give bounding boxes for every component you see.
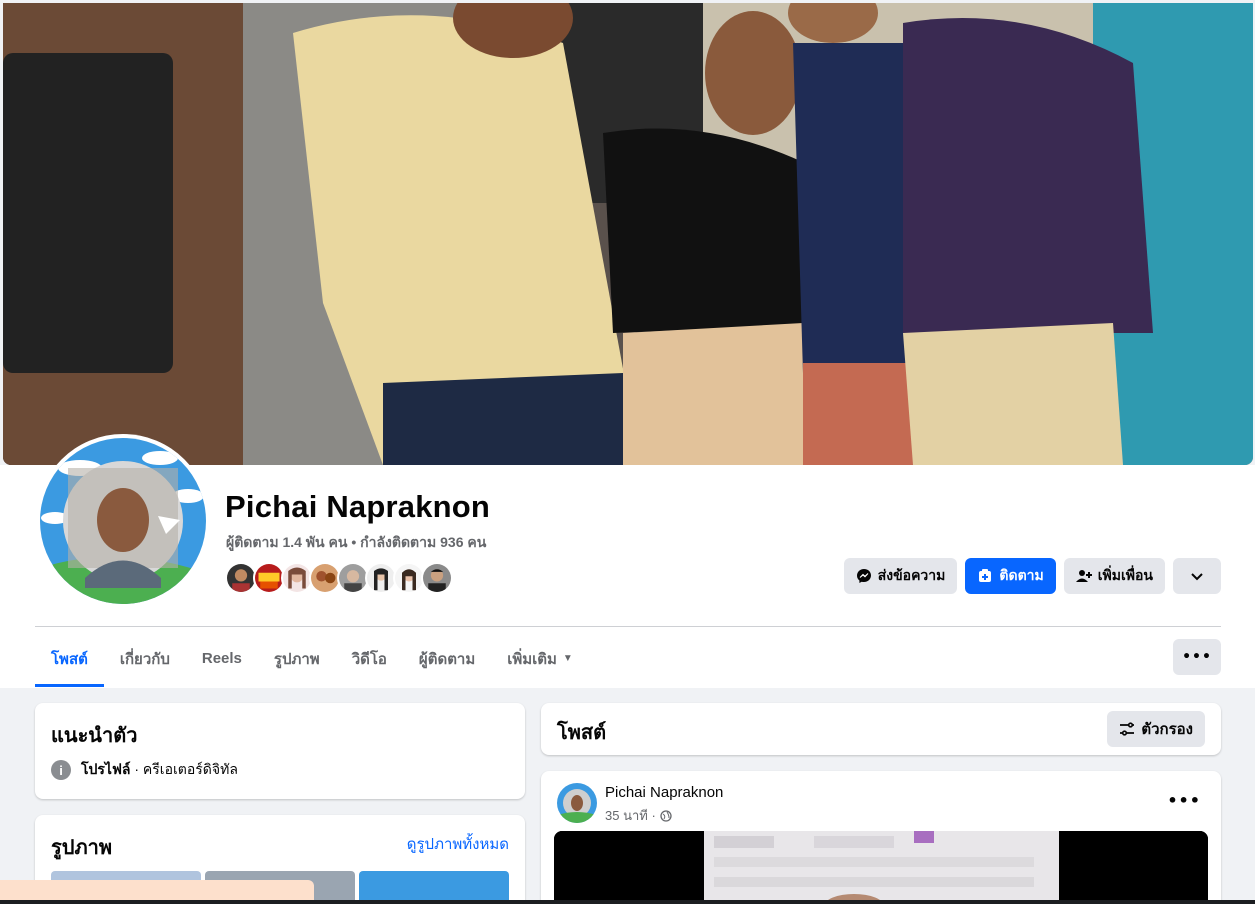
- globe-icon: [660, 809, 672, 822]
- chevron-down-icon: [1191, 573, 1203, 581]
- photos-title: รูปภาพ: [51, 837, 113, 859]
- follow-button-label: ติดตาม: [999, 567, 1044, 583]
- see-all-photos-link[interactable]: ดูรูปภาพทั้งหมด: [407, 832, 509, 856]
- follow-icon: [979, 569, 992, 582]
- tab-label: รูปภาพ: [273, 650, 320, 668]
- profile-tabs: โพสต์ เกี่ยวกับ Reels รูปภาพ วิดีโอ ผู้ต…: [35, 630, 589, 687]
- tab-label: โพสต์: [51, 650, 88, 668]
- follow-button[interactable]: ติดตาม: [965, 558, 1056, 594]
- intro-profile-label: โปรไฟล์: [81, 761, 131, 777]
- cover-photo[interactable]: [3, 3, 1253, 465]
- intro-profile-category: · ครีเอเตอร์ดิจิทัล: [130, 761, 238, 777]
- tab-photos[interactable]: รูปภาพ: [258, 630, 336, 687]
- info-icon: i: [51, 760, 71, 780]
- intro-profile-text: โปรไฟล์ · ครีเอเตอร์ดิจิทัล: [81, 759, 238, 781]
- taskbar-edge: [0, 900, 1255, 904]
- tab-label: เพิ่มเติม: [507, 650, 557, 668]
- add-friend-button-label: เพิ่มเพื่อน: [1097, 567, 1153, 583]
- follower-avatar[interactable]: [421, 562, 453, 594]
- post-time-text: 35 นาที ·: [605, 808, 656, 823]
- tab-more[interactable]: เพิ่มเติม ▼: [491, 630, 589, 687]
- filter-icon: [1120, 722, 1135, 736]
- post-card: Pichai Napraknon 35 นาที · •••: [541, 771, 1221, 904]
- profile-stats[interactable]: ผู้ติดตาม 1.4 พัน คน • กำลังติดตาม 936 ค…: [226, 532, 486, 554]
- messenger-icon: [856, 569, 871, 583]
- follower-avatars[interactable]: [225, 562, 453, 594]
- profile-actions: ส่งข้อความ ติดตาม เพิ่มเพื่อน: [843, 558, 1221, 594]
- tab-label: ผู้ติดตาม: [418, 650, 476, 668]
- tab-followers[interactable]: ผู้ติดตาม: [403, 630, 491, 687]
- add-friend-button[interactable]: เพิ่มเพื่อน: [1063, 558, 1165, 594]
- post-author-name[interactable]: Pichai Napraknon: [605, 784, 723, 801]
- more-actions-button[interactable]: [1173, 558, 1221, 594]
- posts-title: โพสต์: [557, 722, 607, 744]
- intro-title: แนะนำตัว: [51, 725, 138, 747]
- tab-label: Reels: [201, 650, 242, 667]
- post-author-avatar[interactable]: [557, 783, 597, 823]
- tab-label: เกี่ยวกับ: [119, 650, 170, 668]
- tab-reels[interactable]: Reels: [186, 630, 258, 687]
- posts-header-card: โพสต์ ตัวกรอง: [541, 703, 1221, 755]
- message-button-label: ส่งข้อความ: [877, 567, 946, 583]
- caret-down-icon: ▼: [562, 653, 573, 664]
- tab-videos[interactable]: วิดีโอ: [336, 630, 403, 687]
- post-media[interactable]: [554, 831, 1208, 904]
- tab-about[interactable]: เกี่ยวกับ: [104, 630, 186, 687]
- filter-button[interactable]: ตัวกรอง: [1107, 711, 1205, 747]
- tab-label: วิดีโอ: [351, 650, 387, 668]
- intro-profile-row: i โปรไฟล์ · ครีเอเตอร์ดิจิทัล: [51, 759, 238, 781]
- message-button[interactable]: ส่งข้อความ: [843, 558, 958, 594]
- profile-avatar[interactable]: [36, 434, 210, 608]
- post-options-button[interactable]: •••: [1167, 791, 1201, 810]
- ellipsis-icon: •••: [1182, 649, 1212, 665]
- profile-name: Pichai Napraknon: [225, 489, 491, 524]
- tabs-more-button[interactable]: •••: [1173, 639, 1221, 675]
- add-friend-icon: [1075, 570, 1092, 582]
- post-timestamp[interactable]: 35 นาที ·: [605, 805, 672, 826]
- tab-posts[interactable]: โพสต์: [35, 630, 104, 687]
- filter-button-label: ตัวกรอง: [1141, 721, 1193, 738]
- header-divider: [35, 626, 1221, 627]
- ellipsis-icon: •••: [1167, 791, 1201, 810]
- intro-card: แนะนำตัว i โปรไฟล์ · ครีเอเตอร์ดิจิทัล: [35, 703, 525, 799]
